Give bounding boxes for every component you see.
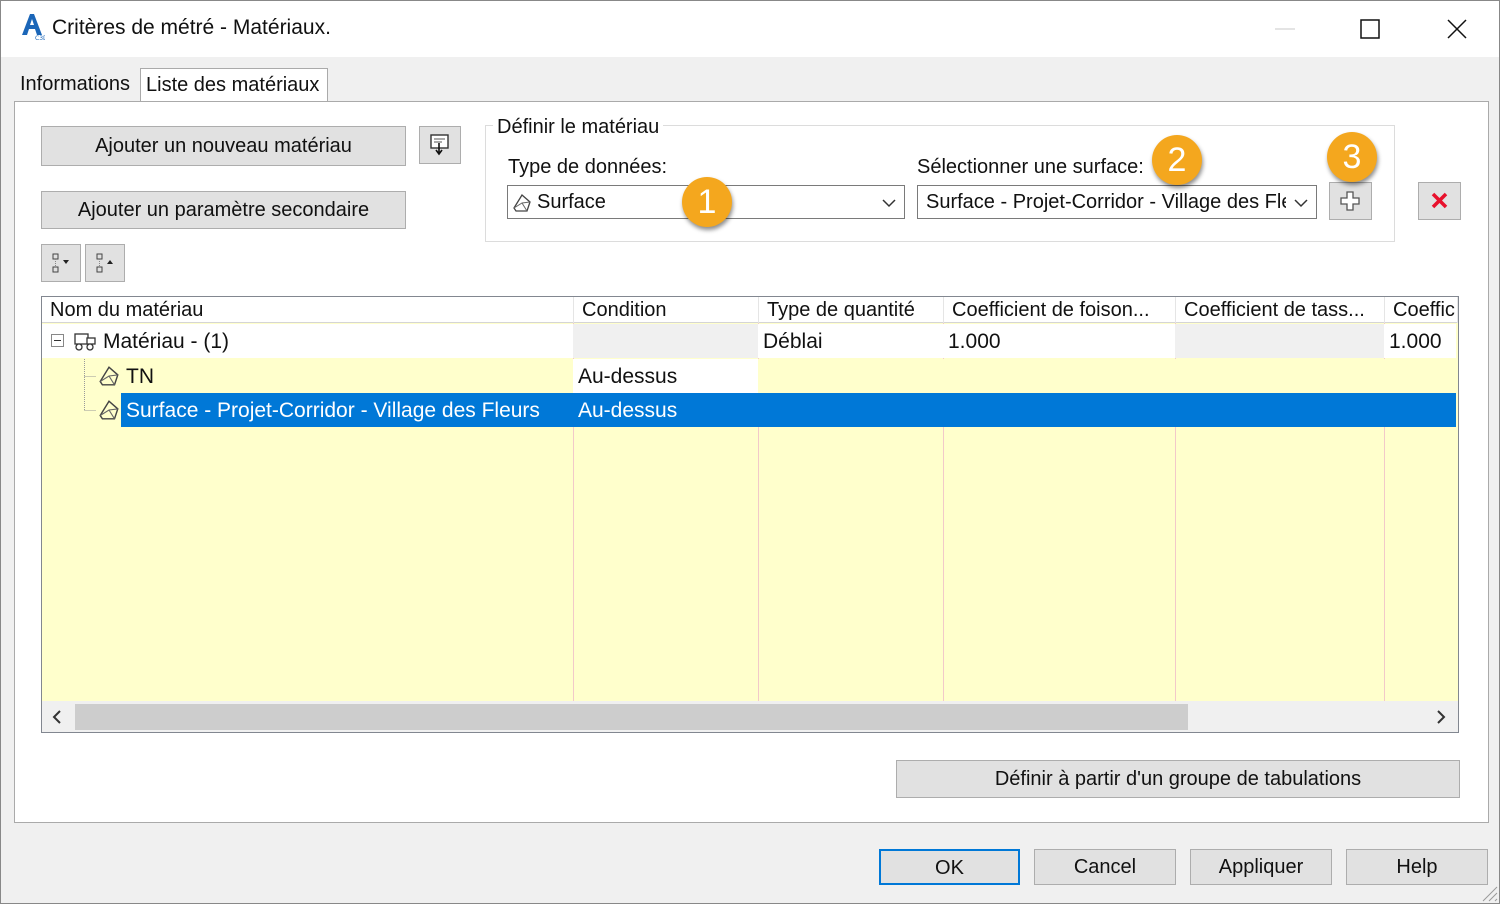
table-row-material[interactable]: Matériau - (1) Déblai 1.000 1.000 (42, 324, 1456, 358)
column-header-name[interactable]: Nom du matériau (42, 297, 574, 323)
title-bar: C3D Critères de métré - Matériaux. (1, 1, 1499, 57)
collapse-all-icon (86, 245, 124, 281)
column-header-shrink-factor[interactable]: Coefficient de tass... (1176, 297, 1385, 323)
chevron-down-icon (882, 196, 896, 210)
add-icon (1330, 183, 1371, 219)
svg-text:C3D: C3D (35, 35, 45, 41)
grid-header: Nom du matériau Condition Type de quanti… (42, 297, 1458, 323)
maximize-icon[interactable] (1327, 1, 1411, 57)
tree-connector (82, 359, 98, 393)
callout-badge-3: 3 (1327, 132, 1377, 182)
cell-swell-factor[interactable]: 1.000 (943, 324, 1175, 358)
horizontal-scrollbar[interactable] (42, 701, 1458, 732)
add-material-button[interactable]: Ajouter un nouveau matériau (41, 126, 406, 166)
delete-button[interactable] (1418, 182, 1461, 220)
empty-cell (573, 324, 758, 358)
civil3d-app-icon: C3D (19, 11, 45, 41)
cell-coefficient[interactable]: 1.000 (1384, 324, 1458, 358)
scroll-left-icon[interactable] (50, 709, 64, 725)
select-surface-value: Surface - Projet-Corridor - Village des … (926, 191, 1286, 213)
empty-cell (1175, 324, 1384, 358)
cell-condition[interactable]: Au-dessus (573, 359, 758, 393)
import-icon (420, 127, 460, 163)
column-header-coefficient[interactable]: Coeffic (1385, 297, 1458, 323)
materials-grid[interactable]: Nom du matériau Condition Type de quanti… (41, 296, 1459, 733)
define-from-tab-group-button[interactable]: Définir à partir d'un groupe de tabulati… (896, 760, 1460, 798)
add-secondary-parameter-button[interactable]: Ajouter un paramètre secondaire (41, 191, 406, 229)
data-type-label: Type de données: (508, 156, 668, 178)
cell-name: Matériau - (1) (103, 330, 230, 353)
dialog-window: C3D Critères de métré - Matériaux. Infor… (0, 0, 1500, 904)
cell-quantity-type[interactable]: Déblai (758, 324, 943, 358)
tree-connector (82, 393, 98, 427)
surface-icon (98, 365, 120, 387)
ok-button[interactable]: OK (879, 849, 1020, 885)
define-material-group (485, 125, 1395, 242)
window-title: Critères de métré - Matériaux. (52, 16, 331, 39)
apply-button[interactable]: Appliquer (1190, 849, 1332, 885)
cell-name: TN (126, 365, 154, 388)
resize-grip-icon[interactable] (1475, 879, 1499, 903)
scrollbar-thumb[interactable] (75, 704, 1188, 730)
callout-badge-1: 1 (682, 177, 732, 227)
cancel-button[interactable]: Cancel (1034, 849, 1176, 885)
tab-informations[interactable]: Informations (15, 68, 139, 102)
expand-all-icon (42, 245, 80, 281)
scroll-right-icon[interactable] (1434, 709, 1448, 725)
material-icon (73, 330, 97, 354)
select-surface-label: Sélectionner une surface: (917, 156, 1144, 178)
column-header-swell-factor[interactable]: Coefficient de foison... (944, 297, 1176, 323)
cell-condition[interactable]: Au-dessus (573, 393, 758, 427)
import-button[interactable] (419, 126, 461, 164)
surface-icon (98, 399, 120, 421)
delete-icon (1419, 183, 1460, 219)
callout-badge-2: 2 (1152, 135, 1202, 185)
select-surface-select[interactable]: Surface - Projet-Corridor - Village des … (917, 185, 1317, 219)
minimize-icon[interactable] (1243, 1, 1327, 57)
chevron-down-icon (1294, 196, 1308, 210)
add-surface-button[interactable] (1329, 182, 1372, 220)
tab-liste-des-materiaux[interactable]: Liste des matériaux (140, 68, 328, 102)
expand-all-button[interactable] (41, 244, 81, 282)
close-icon[interactable] (1413, 1, 1497, 57)
cell-name: Surface - Projet-Corridor - Village des … (126, 399, 540, 422)
surface-icon (512, 193, 532, 213)
table-row-selected[interactable]: Surface - Projet-Corridor - Village des … (42, 393, 1456, 427)
column-header-quantity-type[interactable]: Type de quantité (759, 297, 944, 323)
column-header-condition[interactable]: Condition (574, 297, 759, 323)
define-material-legend: Définir le matériau (493, 116, 664, 139)
help-button[interactable]: Help (1346, 849, 1488, 885)
collapse-all-button[interactable] (85, 244, 125, 282)
table-row-tn[interactable]: TN Au-dessus (42, 359, 1456, 393)
collapse-node-icon[interactable] (51, 334, 65, 348)
data-type-value: Surface (537, 191, 606, 213)
